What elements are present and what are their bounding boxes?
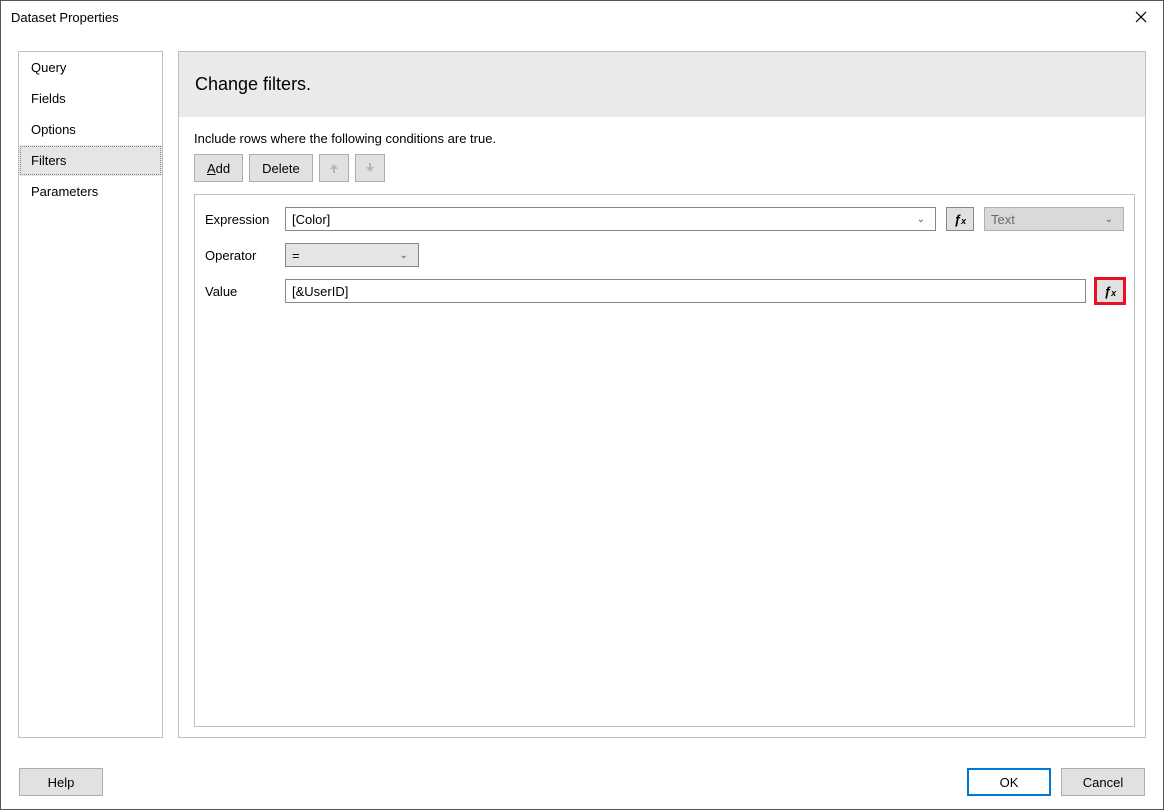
- move-down-button[interactable]: [355, 154, 385, 182]
- add-button[interactable]: Add: [194, 154, 243, 182]
- arrow-up-icon: [328, 162, 340, 174]
- datatype-value: Text: [991, 212, 1015, 227]
- datatype-dropdown[interactable]: Text ⌄: [984, 207, 1124, 231]
- dataset-properties-dialog: Dataset Properties Query Fields Options …: [0, 0, 1164, 810]
- operator-value: =: [292, 248, 300, 263]
- dialog-footer: Help OK Cancel: [1, 755, 1163, 809]
- window-title: Dataset Properties: [11, 10, 119, 25]
- footer-right: OK Cancel: [967, 768, 1145, 796]
- operator-dropdown[interactable]: = ⌄: [285, 243, 419, 267]
- value-label: Value: [205, 284, 275, 299]
- value-fx-button[interactable]: ƒx: [1096, 279, 1124, 303]
- close-icon: [1135, 11, 1147, 23]
- sidebar-item-parameters[interactable]: Parameters: [19, 176, 162, 207]
- title-bar: Dataset Properties: [1, 1, 1163, 34]
- main-panel: Change filters. Include rows where the f…: [178, 51, 1146, 738]
- sidebar-item-options[interactable]: Options: [19, 114, 162, 145]
- value-input[interactable]: [285, 279, 1086, 303]
- close-button[interactable]: [1118, 1, 1163, 34]
- expression-label: Expression: [205, 212, 275, 227]
- chevron-down-icon: ⌄: [913, 214, 929, 225]
- help-button[interactable]: Help: [19, 768, 103, 796]
- filters-heading: Change filters.: [179, 52, 1145, 117]
- expression-row: Expression [Color] ⌄ ƒx Text ⌄: [205, 207, 1124, 231]
- expression-dropdown[interactable]: [Color] ⌄: [285, 207, 936, 231]
- fx-icon: ƒx: [954, 212, 966, 227]
- expression-fx-button[interactable]: ƒx: [946, 207, 974, 231]
- sidebar-item-fields[interactable]: Fields: [19, 83, 162, 114]
- filter-definition-panel: Expression [Color] ⌄ ƒx Text ⌄ Operator: [194, 194, 1135, 727]
- filters-hint: Include rows where the following conditi…: [194, 131, 1135, 146]
- sidebar-nav: Query Fields Options Filters Parameters: [18, 51, 163, 738]
- sidebar-item-query[interactable]: Query: [19, 52, 162, 83]
- chevron-down-icon: ⌄: [396, 250, 412, 261]
- operator-row: Operator = ⌄: [205, 243, 1124, 267]
- dialog-body: Query Fields Options Filters Parameters …: [1, 34, 1163, 755]
- filters-content: Include rows where the following conditi…: [179, 117, 1145, 737]
- cancel-button[interactable]: Cancel: [1061, 768, 1145, 796]
- move-up-button[interactable]: [319, 154, 349, 182]
- fx-icon: ƒx: [1104, 284, 1116, 299]
- arrow-down-icon: [364, 162, 376, 174]
- sidebar-item-filters[interactable]: Filters: [19, 145, 162, 176]
- ok-button[interactable]: OK: [967, 768, 1051, 796]
- delete-button[interactable]: Delete: [249, 154, 313, 182]
- filters-toolbar: Add Delete: [194, 154, 1135, 182]
- operator-label: Operator: [205, 248, 275, 263]
- value-row: Value ƒx: [205, 279, 1124, 303]
- chevron-down-icon: ⌄: [1101, 214, 1117, 225]
- expression-value: [Color]: [292, 212, 330, 227]
